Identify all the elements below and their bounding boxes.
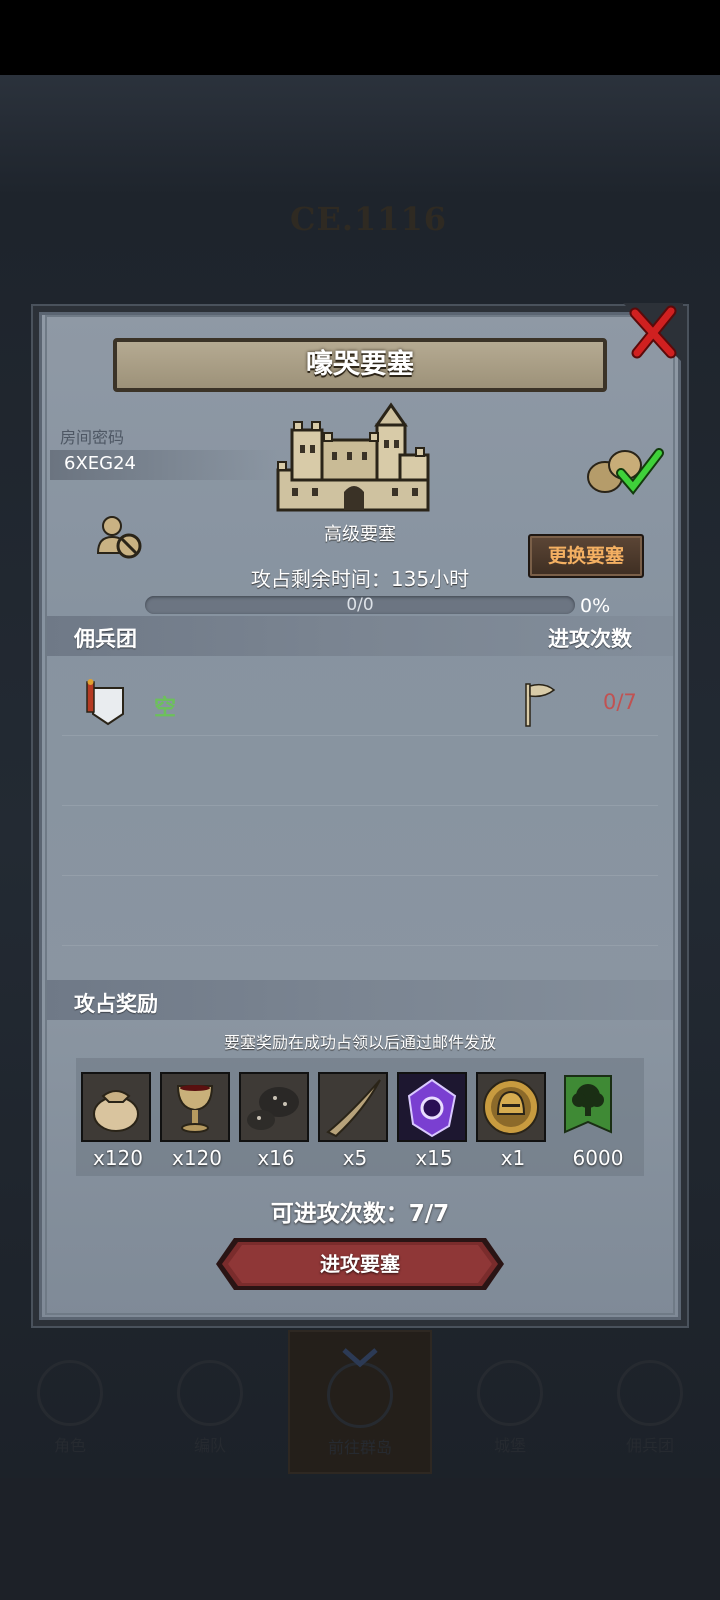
sack-icon — [83, 1074, 149, 1140]
dialog-title: 嚎哭要塞 — [113, 338, 607, 392]
attack-count-header: 进攻次数 — [548, 627, 632, 651]
reward-qty: 6000 — [572, 1146, 624, 1170]
reward-slot[interactable] — [555, 1072, 625, 1142]
islands-icon — [327, 1362, 393, 1428]
reward-qty: x1 — [500, 1146, 526, 1170]
team-icon — [177, 1360, 243, 1426]
attack-fortress-button-label[interactable]: 进攻要塞 — [214, 1248, 506, 1277]
close-icon[interactable] — [623, 303, 683, 363]
purple-crystal-icon — [399, 1074, 465, 1140]
room-code-label: 房间密码 — [60, 428, 125, 447]
status-bar — [0, 0, 720, 75]
reward-slot[interactable] — [476, 1072, 546, 1142]
reward-slot[interactable] — [160, 1072, 230, 1142]
rewards-section-title: 攻占奖励 — [74, 992, 158, 1016]
reward-qty: x120 — [171, 1146, 222, 1170]
room-code[interactable]: 6XEG24 — [64, 453, 136, 474]
ore-icon — [241, 1074, 307, 1140]
progress-percent: 0% — [580, 595, 611, 617]
role-icon — [37, 1360, 103, 1426]
nav-item-castle[interactable]: 城堡 — [440, 1330, 580, 1470]
flag-icon — [525, 683, 556, 727]
era-label: CE.1116 — [290, 200, 448, 238]
mercenary-attack-count: 0/7 — [603, 690, 637, 714]
reward-slot[interactable] — [318, 1072, 388, 1142]
mercenary-section-title: 佣兵团 — [74, 627, 137, 651]
remaining-time: 攻占剩余时间：135小时 — [250, 567, 470, 591]
resource-bags-check-icon[interactable] — [585, 445, 665, 495]
fortress-icon — [276, 402, 430, 512]
progress-text: 0/0 — [346, 595, 374, 615]
horn-icon — [320, 1074, 386, 1140]
castle-icon — [477, 1360, 543, 1426]
mercenary-banner-icon — [86, 679, 124, 726]
goblet-icon — [162, 1074, 228, 1140]
reward-qty: x120 — [92, 1146, 143, 1170]
attacks-available: 可进攻次数：7/7 — [270, 1201, 450, 1227]
reward-slot[interactable] — [81, 1072, 151, 1142]
chevron-down-icon — [342, 1348, 378, 1368]
reward-slot[interactable] — [397, 1072, 467, 1142]
nav-item-team[interactable]: 编队 — [140, 1330, 280, 1470]
nav-item-mercenary[interactable]: 佣兵团 — [580, 1330, 720, 1470]
mercenary-status: 空 — [154, 696, 177, 721]
mercenary-icon — [617, 1360, 683, 1426]
reward-slot[interactable] — [239, 1072, 309, 1142]
reward-qty: x15 — [415, 1146, 453, 1170]
reward-qty: x16 — [257, 1146, 295, 1170]
reward-qty: x5 — [342, 1146, 368, 1170]
helmet-medal-icon — [478, 1074, 544, 1140]
bottom-band — [0, 1478, 720, 1600]
reward-note: 要塞奖励在成功占领以后通过邮件发放 — [223, 1033, 496, 1052]
no-guest-icon[interactable] — [95, 513, 143, 561]
nav-item-role[interactable]: 角色 — [0, 1330, 140, 1470]
tree-banner-icon — [564, 1075, 612, 1134]
